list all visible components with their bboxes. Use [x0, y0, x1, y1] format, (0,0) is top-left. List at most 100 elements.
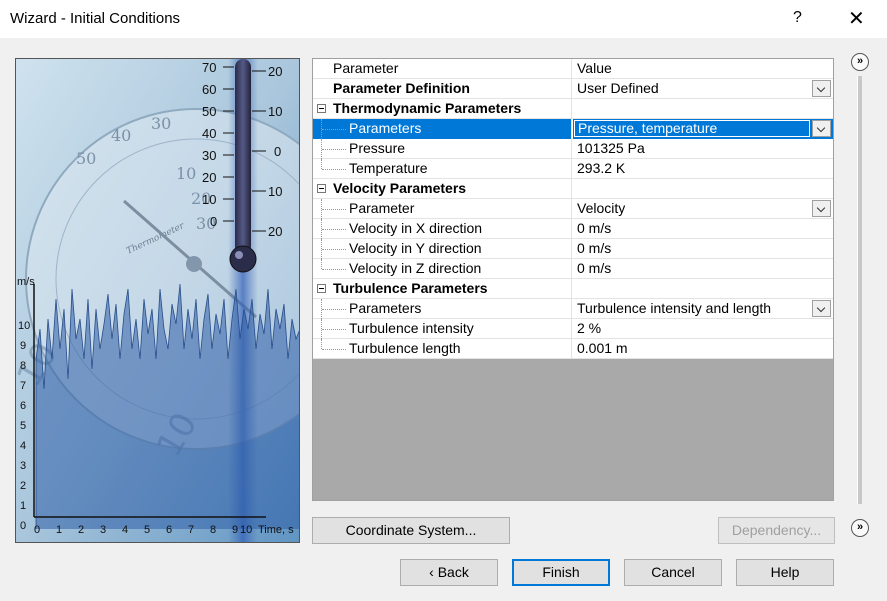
collapse-icon[interactable] [317, 184, 326, 193]
chart-x-tick: 1 [56, 524, 62, 536]
row-pressure[interactable]: Pressure 101325 Pa [313, 139, 833, 159]
pressure-value[interactable]: 101325 Pa [577, 139, 645, 158]
chart-x-tick: 7 [188, 524, 194, 536]
group-velocity[interactable]: Velocity Parameters [313, 179, 833, 199]
grid-header-row: Parameter Value [313, 59, 833, 79]
chart-x-tick: 8 [210, 524, 216, 536]
chart-y-tick: 6 [20, 400, 26, 412]
group-turbulence[interactable]: Turbulence Parameters [313, 279, 833, 299]
turbulence-intensity-value[interactable]: 2 % [577, 319, 601, 338]
back-label: Back [437, 564, 469, 580]
parameter-definition-label: Parameter Definition [333, 80, 470, 96]
help-icon[interactable]: ? [793, 9, 802, 27]
velocity-z-value[interactable]: 0 m/s [577, 259, 611, 278]
chart-x-tick: 0 [34, 524, 40, 536]
chart-y-tick: 5 [20, 420, 26, 432]
thermo-parameters-select[interactable]: Pressure, temperature [574, 120, 810, 137]
expand-top-icon[interactable]: » [851, 53, 869, 71]
column-header-value: Value [577, 60, 612, 76]
row-velocity-z[interactable]: Velocity in Z direction 0 m/s [313, 259, 833, 279]
chart-x-tick: 3 [100, 524, 106, 536]
row-thermo-parameters[interactable]: Parameters Pressure, temperature [313, 119, 833, 139]
chart-y-tick: 9 [20, 340, 26, 352]
thermo-tick: 60 [202, 82, 216, 97]
thermo-tick: 0 [210, 214, 217, 229]
thermo-parameters-label: Parameters [349, 120, 422, 136]
title-bar: Wizard - Initial Conditions ? ✕ [0, 0, 887, 38]
row-velocity-x[interactable]: Velocity in X direction 0 m/s [313, 219, 833, 239]
expand-bottom-icon[interactable]: » [851, 519, 869, 537]
velocity-x-value[interactable]: 0 m/s [577, 219, 611, 238]
row-turbulence-intensity[interactable]: Turbulence intensity 2 % [313, 319, 833, 339]
pressure-label: Pressure [349, 140, 406, 156]
row-velocity-y[interactable]: Velocity in Y direction 0 m/s [313, 239, 833, 259]
velocity-parameter-label: Parameter [349, 200, 415, 216]
thermo-tick: 30 [202, 148, 216, 163]
chart-y-tick: 1 [20, 500, 26, 512]
chart-y-tick: 7 [20, 380, 26, 392]
collapse-icon[interactable] [317, 284, 326, 293]
chart-x-tick: 2 [78, 524, 84, 536]
dependency-button[interactable]: Dependency... [718, 517, 835, 544]
group-label: Turbulence Parameters [333, 280, 488, 296]
chevron-down-icon[interactable] [812, 300, 831, 317]
turbulence-length-value[interactable]: 0.001 m [577, 339, 628, 358]
finish-button[interactable]: Finish [512, 559, 610, 586]
chart-x-tick: 10 [240, 524, 252, 536]
row-velocity-parameter[interactable]: Parameter Velocity [313, 199, 833, 219]
gauge-number: 30 [151, 114, 171, 133]
wizard-illustration: 50 40 30 10 20 30 Thermometer 10 10 70 6… [15, 58, 300, 543]
thermo-tick: 0 [274, 144, 281, 159]
chevron-down-icon[interactable] [812, 120, 831, 137]
velocity-y-value[interactable]: 0 m/s [577, 239, 611, 258]
velocity-x-label: Velocity in X direction [349, 220, 483, 236]
group-label: Velocity Parameters [333, 180, 467, 196]
temperature-label: Temperature [349, 160, 428, 176]
cancel-button[interactable]: Cancel [624, 559, 722, 586]
gauge-number: 10 [176, 164, 196, 183]
thermo-tick: 20 [268, 64, 282, 79]
help-button[interactable]: Help [736, 559, 834, 586]
thermo-tick: 40 [202, 126, 216, 141]
turbulence-parameters-label: Parameters [349, 300, 422, 316]
parameters-grid: Parameter Value Parameter Definition Use… [312, 58, 834, 501]
chart-x-tick: 6 [166, 524, 172, 536]
thermo-tick: 10 [268, 184, 282, 199]
row-turbulence-parameters[interactable]: Parameters Turbulence intensity and leng… [313, 299, 833, 319]
gauge-number: 50 [76, 149, 96, 168]
chart-y-tick: 8 [20, 360, 26, 372]
row-temperature[interactable]: Temperature 293.2 K [313, 159, 833, 179]
turbulence-intensity-label: Turbulence intensity [349, 320, 474, 336]
close-icon[interactable]: ✕ [848, 6, 865, 31]
thermo-tick: 10 [268, 104, 282, 119]
chart-y-tick: 2 [20, 480, 26, 492]
chevron-down-icon[interactable] [812, 200, 831, 217]
collapse-icon[interactable] [317, 104, 326, 113]
back-button[interactable]: ‹ Back [400, 559, 498, 586]
chart-unit: m/s [17, 276, 35, 288]
group-thermodynamic[interactable]: Thermodynamic Parameters [313, 99, 833, 119]
row-turbulence-length[interactable]: Turbulence length 0.001 m [313, 339, 833, 359]
thermo-tick: 50 [202, 104, 216, 119]
coordinate-system-button[interactable]: Coordinate System... [312, 517, 510, 544]
chevron-down-icon[interactable] [812, 80, 831, 97]
velocity-z-label: Velocity in Z direction [349, 260, 482, 276]
row-parameter-definition[interactable]: Parameter Definition User Defined [313, 79, 833, 99]
chart-x-tick: 4 [122, 524, 128, 536]
chart-x-tick: 9 [232, 524, 238, 536]
parameter-definition-value: User Defined [577, 80, 659, 96]
thermo-tick: 10 [202, 192, 216, 207]
chart-y-tick: 4 [20, 440, 26, 452]
chart-x-label: Time, s [258, 524, 294, 536]
chart-x-tick: 5 [144, 524, 150, 536]
chart-y-tick: 3 [20, 460, 26, 472]
group-label: Thermodynamic Parameters [333, 100, 522, 116]
velocity-y-label: Velocity in Y direction [349, 240, 482, 256]
turbulence-length-label: Turbulence length [349, 340, 461, 356]
chart-y-tick: 10 [18, 320, 30, 332]
thermo-tick: 70 [202, 60, 216, 75]
temperature-value[interactable]: 293.2 K [577, 159, 625, 178]
side-splitter[interactable] [857, 76, 862, 504]
thermo-tick: 20 [268, 224, 282, 239]
chart-y-tick: 0 [20, 520, 26, 532]
